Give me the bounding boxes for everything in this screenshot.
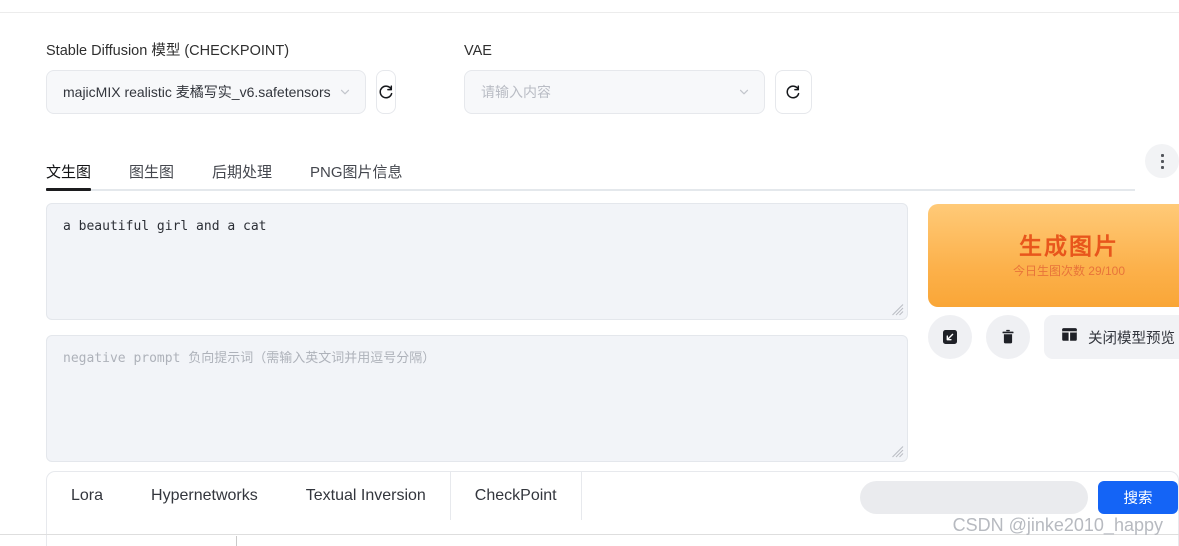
generate-quota-text: 今日生图次数 29/100: [1012, 263, 1126, 278]
positive-prompt-value: a beautiful girl and a cat: [63, 219, 267, 234]
vae-group: VAE 请输入内容: [464, 44, 812, 114]
tab-png-info[interactable]: PNG图片信息: [310, 165, 403, 190]
top-divider: [0, 12, 1179, 13]
model-search-input[interactable]: [860, 481, 1088, 514]
toggle-model-preview-button[interactable]: 关闭模型预览: [1044, 315, 1179, 359]
trash-icon: [998, 327, 1018, 347]
tab-text-to-image[interactable]: 文生图: [46, 165, 91, 190]
checkpoint-select[interactable]: majicMIX realistic 麦橘写实_v6.safetensors: [46, 69, 366, 114]
vae-refresh-button[interactable]: [774, 69, 812, 114]
bottom-divider-tick: [236, 536, 237, 546]
generate-image-button[interactable]: 生成图片 今日生图次数 29/100: [928, 204, 1179, 307]
checkpoint-label: Stable Diffusion 模型 (CHECKPOINT): [46, 43, 290, 59]
generation-action-row: 关闭模型预览: [928, 315, 1179, 359]
tab-post-processing[interactable]: 后期处理: [212, 165, 272, 190]
resize-handle-icon[interactable]: [892, 446, 904, 458]
tab-image-to-image[interactable]: 图生图: [129, 165, 174, 190]
main-tab-bar: 文生图 图生图 后期处理 PNG图片信息: [46, 144, 1179, 191]
vae-controls: 请输入内容: [464, 69, 812, 114]
stable-diffusion-webui-page: Stable Diffusion 模型 (CHECKPOINT) majicMI…: [0, 0, 1179, 546]
checkpoint-controls: majicMIX realistic 麦橘写实_v6.safetensors: [46, 69, 396, 114]
model-selection-row: Stable Diffusion 模型 (CHECKPOINT) majicMI…: [46, 44, 812, 114]
refresh-icon: [377, 83, 395, 101]
prompt-column: a beautiful girl and a cat negative prom…: [46, 203, 908, 462]
positive-prompt-textarea[interactable]: a beautiful girl and a cat: [46, 203, 908, 320]
csdn-watermark: CSDN @jinke2010_happy: [952, 515, 1163, 535]
model-tab-textual-inversion[interactable]: Textual Inversion: [282, 472, 450, 520]
more-vertical-icon: [1160, 153, 1164, 157]
negative-prompt-textarea[interactable]: negative prompt 负向提示词（需输入英文词并用逗号分隔）: [46, 335, 908, 462]
model-tab-lora[interactable]: Lora: [47, 472, 127, 520]
more-options-button[interactable]: [1145, 144, 1179, 178]
more-vertical-icon: [1160, 159, 1164, 163]
clear-prompt-button[interactable]: [986, 315, 1030, 359]
arrow-down-left-square-icon: [940, 327, 960, 347]
model-search-area: 搜索: [860, 481, 1178, 514]
checkpoint-group: Stable Diffusion 模型 (CHECKPOINT) majicMI…: [46, 43, 396, 114]
vae-select[interactable]: 请输入内容: [464, 69, 765, 114]
vae-label: VAE: [464, 43, 492, 59]
model-tab-hypernetworks[interactable]: Hypernetworks: [127, 472, 282, 520]
chevron-down-icon: [738, 86, 750, 98]
more-vertical-icon: [1160, 165, 1164, 169]
negative-prompt-placeholder: negative prompt 负向提示词（需输入英文词并用逗号分隔）: [63, 351, 436, 366]
checkpoint-select-value: majicMIX realistic 麦橘写实_v6.safetensors: [63, 83, 331, 100]
vae-select-placeholder: 请输入内容: [481, 83, 551, 100]
model-tab-checkpoint[interactable]: CheckPoint: [449, 472, 582, 520]
generate-button-title: 生成图片: [1019, 232, 1119, 259]
main-tab-list: 文生图 图生图 后期处理 PNG图片信息: [46, 160, 1179, 190]
refresh-icon: [784, 83, 802, 101]
toggle-model-preview-label: 关闭模型预览: [1088, 330, 1175, 347]
checkpoint-refresh-button[interactable]: [375, 69, 396, 114]
resize-handle-icon[interactable]: [892, 304, 904, 316]
import-params-button[interactable]: [928, 315, 972, 359]
model-browser-tab-list: Lora Hypernetworks Textual Inversion Che…: [47, 472, 582, 520]
model-search-button[interactable]: 搜索: [1098, 481, 1178, 514]
chevron-down-icon: [339, 86, 351, 98]
tab-baseline: [46, 189, 1135, 191]
layout-panel-icon: [1060, 325, 1079, 349]
active-tab-indicator: [46, 188, 91, 191]
